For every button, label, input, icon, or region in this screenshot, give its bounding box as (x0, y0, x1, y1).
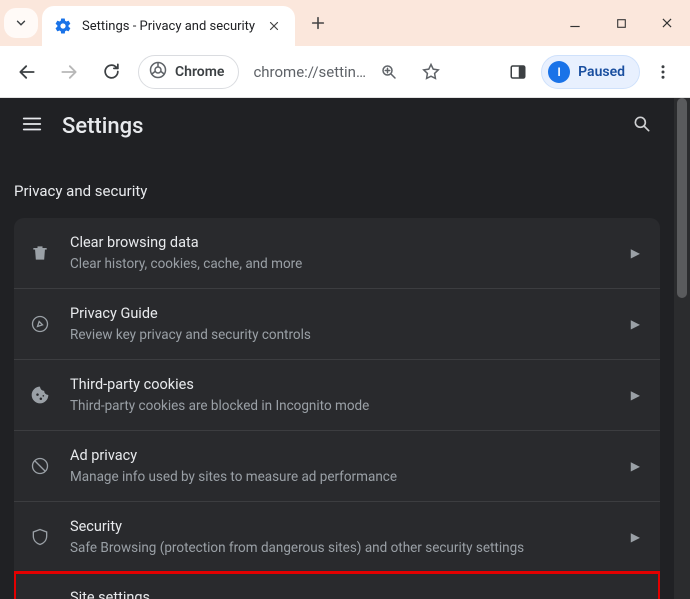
omnibox-origin-label: Chrome (175, 64, 224, 80)
cookie-icon (28, 383, 52, 407)
chevron-down-icon (14, 16, 28, 30)
row-privacy-guide[interactable]: Privacy Guide Review key privacy and sec… (14, 288, 660, 359)
settings-title: Settings (62, 114, 612, 139)
row-subtitle: Review key privacy and security controls (70, 326, 613, 344)
star-icon (421, 62, 441, 82)
omnibox-url[interactable]: chrome://settin… (253, 63, 366, 81)
row-subtitle: Manage info used by sites to measure ad … (70, 468, 613, 486)
minimize-button[interactable] (552, 0, 598, 46)
section-heading: Privacy and security (0, 154, 674, 218)
row-title: Third-party cookies (70, 375, 613, 395)
row-text: Security Safe Browsing (protection from … (70, 517, 613, 557)
chrome-menu-button[interactable] (644, 53, 682, 91)
row-text: Clear browsing data Clear history, cooki… (70, 233, 613, 273)
browser-tab[interactable]: Settings - Privacy and security (42, 6, 295, 46)
maximize-button[interactable] (598, 0, 644, 46)
row-title: Ad privacy (70, 446, 613, 466)
omnibox-origin-chip[interactable]: Chrome (138, 55, 239, 89)
settings-appbar: Settings (0, 98, 674, 154)
gear-icon (54, 17, 72, 35)
window-controls (552, 0, 690, 46)
trash-icon (28, 241, 52, 265)
tab-title: Settings - Privacy and security (82, 19, 255, 34)
row-subtitle: Third-party cookies are blocked in Incog… (70, 397, 613, 415)
arrow-right-icon (59, 62, 79, 82)
zoom-button[interactable] (370, 53, 408, 91)
kebab-icon (654, 63, 672, 81)
new-tab-button[interactable] (301, 6, 335, 40)
side-panel-button[interactable] (499, 53, 537, 91)
plus-icon (310, 15, 326, 31)
chevron-right-icon: ▶ (631, 317, 640, 331)
profile-chip[interactable]: I Paused (541, 55, 640, 89)
close-icon (660, 16, 674, 30)
titlebar: Settings - Privacy and security (0, 0, 690, 46)
zoom-icon (380, 63, 398, 81)
settings-menu-button[interactable] (20, 113, 44, 139)
reload-icon (102, 62, 121, 81)
ad-block-icon (28, 454, 52, 478)
row-title: Security (70, 517, 613, 537)
bookmark-button[interactable] (412, 53, 450, 91)
row-site-settings[interactable]: Site settings Controls what information … (14, 572, 660, 599)
row-text: Privacy Guide Review key privacy and sec… (70, 304, 613, 344)
row-text: Ad privacy Manage info used by sites to … (70, 446, 613, 486)
close-icon (268, 20, 280, 32)
row-text: Third-party cookies Third-party cookies … (70, 375, 613, 415)
maximize-icon (615, 17, 628, 30)
chevron-right-icon: ▶ (631, 246, 640, 260)
arrow-left-icon (17, 62, 37, 82)
nav-reload-button[interactable] (92, 53, 130, 91)
row-subtitle: Safe Browsing (protection from dangerous… (70, 539, 613, 557)
search-icon (632, 114, 652, 134)
privacy-section-card: Clear browsing data Clear history, cooki… (14, 218, 660, 599)
row-title: Clear browsing data (70, 233, 613, 253)
browser-window: Settings - Privacy and security Chrome c… (0, 0, 690, 599)
row-security[interactable]: Security Safe Browsing (protection from … (14, 501, 660, 572)
nav-back-button[interactable] (8, 53, 46, 91)
page-content: Settings Privacy and security Clear brow… (0, 98, 690, 599)
row-title: Site settings (70, 588, 613, 599)
side-panel-icon (509, 63, 527, 81)
chevron-right-icon: ▶ (631, 530, 640, 544)
row-clear-browsing-data[interactable]: Clear browsing data Clear history, cooki… (14, 218, 660, 288)
hamburger-icon (21, 113, 43, 135)
browser-toolbar: Chrome chrome://settin… I Paused (0, 46, 690, 98)
tab-search-button[interactable] (4, 8, 38, 38)
scrollbar-thumb[interactable] (677, 98, 687, 298)
profile-avatar: I (548, 61, 570, 83)
settings-search-button[interactable] (630, 114, 654, 138)
close-window-button[interactable] (644, 0, 690, 46)
chevron-right-icon: ▶ (631, 459, 640, 473)
tab-close-button[interactable] (265, 17, 283, 36)
shield-icon (28, 525, 52, 549)
row-title: Privacy Guide (70, 304, 613, 324)
row-ad-privacy[interactable]: Ad privacy Manage info used by sites to … (14, 430, 660, 501)
compass-icon (28, 312, 52, 336)
vertical-scrollbar[interactable] (674, 98, 690, 599)
row-text: Site settings Controls what information … (70, 588, 613, 599)
minimize-icon (568, 16, 582, 30)
profile-status-label: Paused (578, 64, 625, 80)
chevron-right-icon: ▶ (631, 388, 640, 402)
nav-forward-button[interactable] (50, 53, 88, 91)
chrome-logo-icon (149, 61, 167, 83)
row-third-party-cookies[interactable]: Third-party cookies Third-party cookies … (14, 359, 660, 430)
row-subtitle: Clear history, cookies, cache, and more (70, 255, 613, 273)
